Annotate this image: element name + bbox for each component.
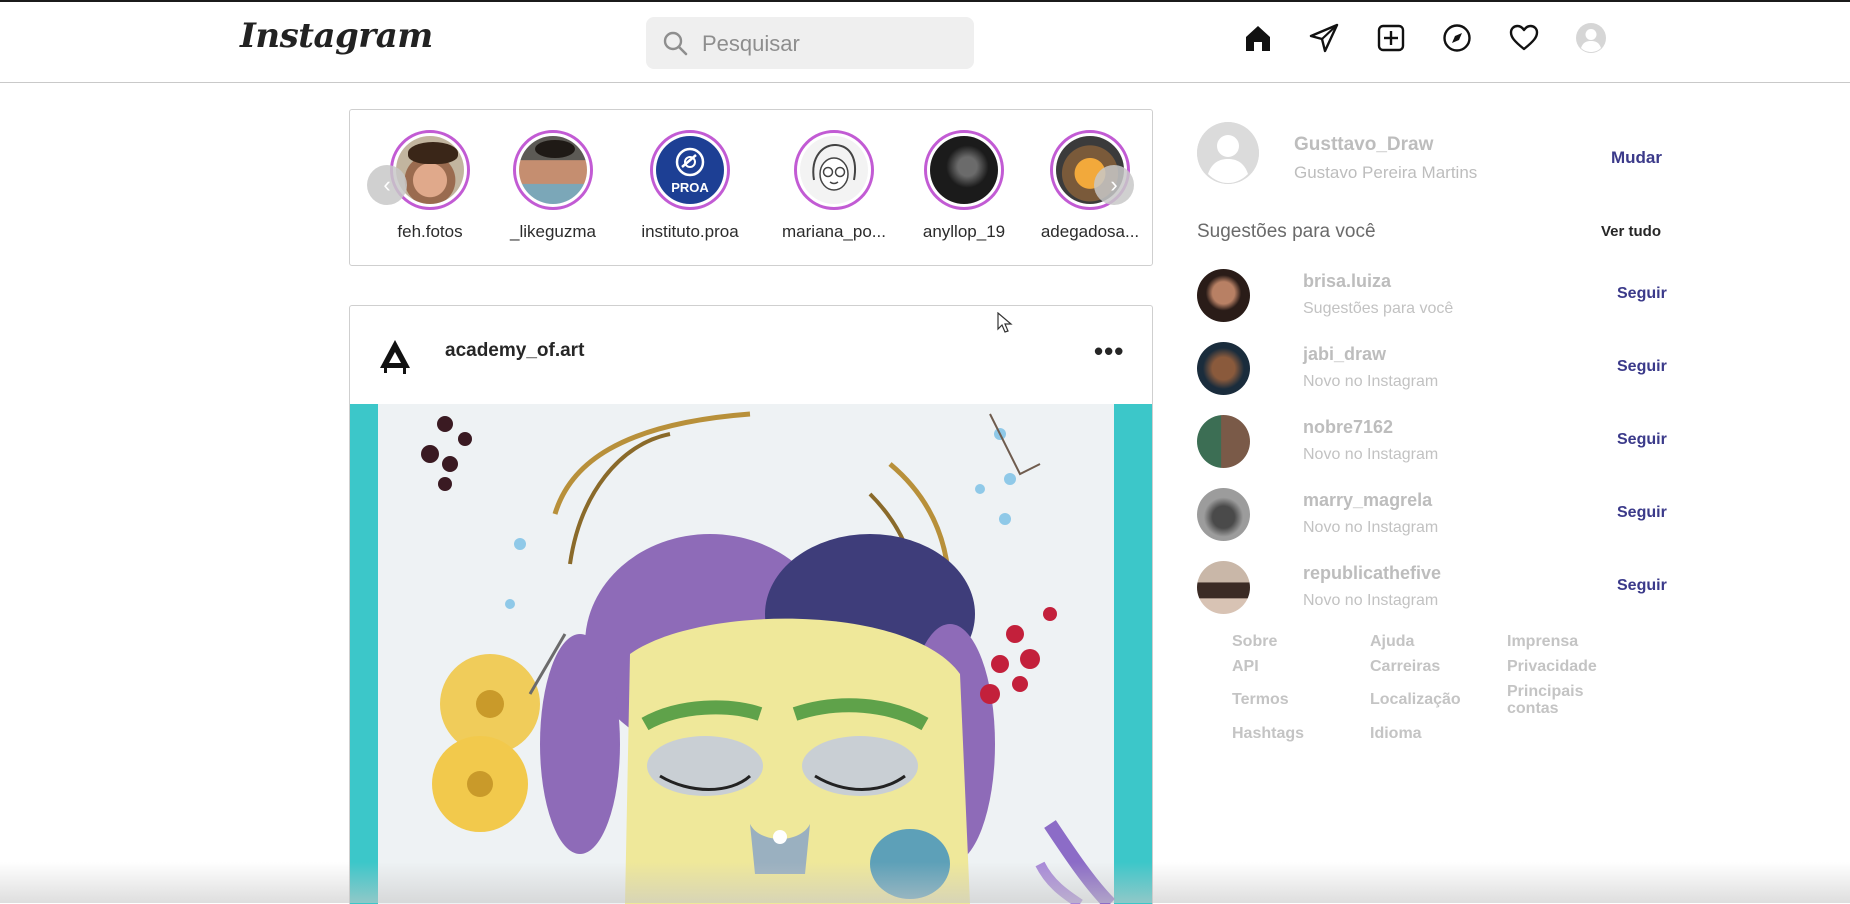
footer-link-carreiras[interactable]: Carreiras [1370,658,1440,675]
instagram-logo[interactable]: Instagram [240,16,433,56]
story-ring [924,130,1004,210]
footer-link-termos[interactable]: Termos [1232,691,1289,708]
story-username: instituto.proa [641,222,739,241]
more-options-icon[interactable]: ••• [1094,336,1124,367]
suggestion-username[interactable]: republicathefive [1303,563,1441,584]
avatar[interactable] [1197,488,1250,541]
post-author-username[interactable]: academy_of.art [445,340,584,362]
home-icon[interactable] [1242,22,1274,54]
suggestion-subtitle: Novo no Instagram [1303,446,1439,463]
suggestion-subtitle: Sugestões para você [1303,300,1454,317]
footer-link-imprensa[interactable]: Imprensa [1507,633,1578,650]
footer-link-privacidade[interactable]: Privacidade [1507,658,1597,675]
avatar[interactable] [1197,342,1250,395]
avatar [800,136,868,204]
avatar[interactable] [1197,561,1250,614]
footer-link-sobre[interactable]: Sobre [1232,633,1277,650]
search-input[interactable]: Pesquisar [646,17,974,69]
story-username: mariana_po... [782,222,886,241]
suggestion-username[interactable]: jabi_draw [1303,344,1386,365]
direct-icon[interactable] [1308,22,1340,54]
stories-tray: feh.fotos _likeguzma PROA instituto.proa [349,109,1153,266]
story-item[interactable]: mariana_po... [774,130,894,242]
footer-link-principais-contas[interactable]: Principais contas [1507,683,1617,717]
avatar[interactable] [1197,415,1250,468]
proa-badge-text: PROA [671,180,709,195]
story-item[interactable]: _likeguzma [493,130,613,242]
story-item[interactable]: anyllop_19 [904,130,1024,242]
search-icon [663,31,688,56]
mouse-cursor-icon [997,312,1013,333]
suggestion-username[interactable]: marry_magrela [1303,490,1432,511]
search-placeholder: Pesquisar [702,31,800,56]
suggestion-row: republicathefive Novo no Instagram Segui… [1197,561,1669,617]
suggestion-subtitle: Novo no Instagram [1303,519,1439,536]
user-placeholder-icon [1197,122,1259,184]
story-ring: PROA [650,130,730,210]
suggestion-row: brisa.luiza Sugestões para você Seguir [1197,269,1669,325]
stories-next-button[interactable]: › [1094,165,1134,205]
feed-post: academy_of.art ••• [349,305,1153,904]
suggestions-title: Sugestões para você [1197,221,1376,242]
stories-prev-button[interactable]: ‹ [367,165,407,205]
story-ring [513,130,593,210]
footer-link-ajuda[interactable]: Ajuda [1370,633,1414,650]
follow-button[interactable]: Seguir [1617,577,1667,595]
top-navigation-bar: Instagram Pesquisar [0,2,1850,83]
story-username: adegadosa... [1040,222,1140,241]
current-username[interactable]: Gusttavo_Draw [1294,134,1433,156]
chevron-left-icon: ‹ [383,172,391,197]
current-user-avatar[interactable] [1197,122,1259,184]
chevron-right-icon: › [1110,172,1118,197]
footer-link-api[interactable]: API [1232,658,1259,675]
story-username: feh.fotos [397,222,463,241]
follow-button[interactable]: Seguir [1617,358,1667,376]
avatar[interactable] [1197,269,1250,322]
suggestion-subtitle: Novo no Instagram [1303,373,1439,390]
suggestion-username[interactable]: brisa.luiza [1303,271,1391,292]
follow-button[interactable]: Seguir [1617,504,1667,522]
footer-link-idioma[interactable]: Idioma [1370,725,1422,742]
suggestion-row: marry_magrela Novo no Instagram Seguir [1197,488,1669,544]
avatar [930,136,998,204]
current-full-name: Gustavo Pereira Martins [1294,163,1478,182]
story-username: anyllop_19 [922,222,1006,241]
post-author-avatar[interactable] [370,330,420,380]
footer-link-localizacao[interactable]: Localização [1370,691,1461,708]
story-ring [794,130,874,210]
suggestion-subtitle: Novo no Instagram [1303,592,1439,609]
post-header: academy_of.art ••• [350,306,1152,404]
suggestion-username[interactable]: nobre7162 [1303,417,1393,438]
avatar: PROA [656,136,724,204]
new-post-icon[interactable] [1375,22,1407,54]
story-item[interactable]: PROA instituto.proa [630,130,750,242]
story-username: _likeguzma [510,222,596,241]
follow-button[interactable]: Seguir [1617,431,1667,449]
switch-account-button[interactable]: Mudar [1611,148,1662,168]
suggestion-row: nobre7162 Novo no Instagram Seguir [1197,415,1669,471]
explore-icon[interactable] [1441,22,1473,54]
suggestion-row: jabi_draw Novo no Instagram Seguir [1197,342,1669,398]
footer-link-hashtags[interactable]: Hashtags [1232,725,1304,742]
follow-button[interactable]: Seguir [1617,285,1667,303]
avatar [396,136,464,204]
profile-icon[interactable] [1575,22,1607,54]
avatar [519,136,587,204]
activity-icon[interactable] [1508,22,1540,54]
see-all-button[interactable]: Ver tudo [1601,223,1661,240]
cartoon-avatar-icon [812,143,856,191]
triangle-logo-icon [380,340,410,374]
post-image[interactable] [350,404,1152,904]
